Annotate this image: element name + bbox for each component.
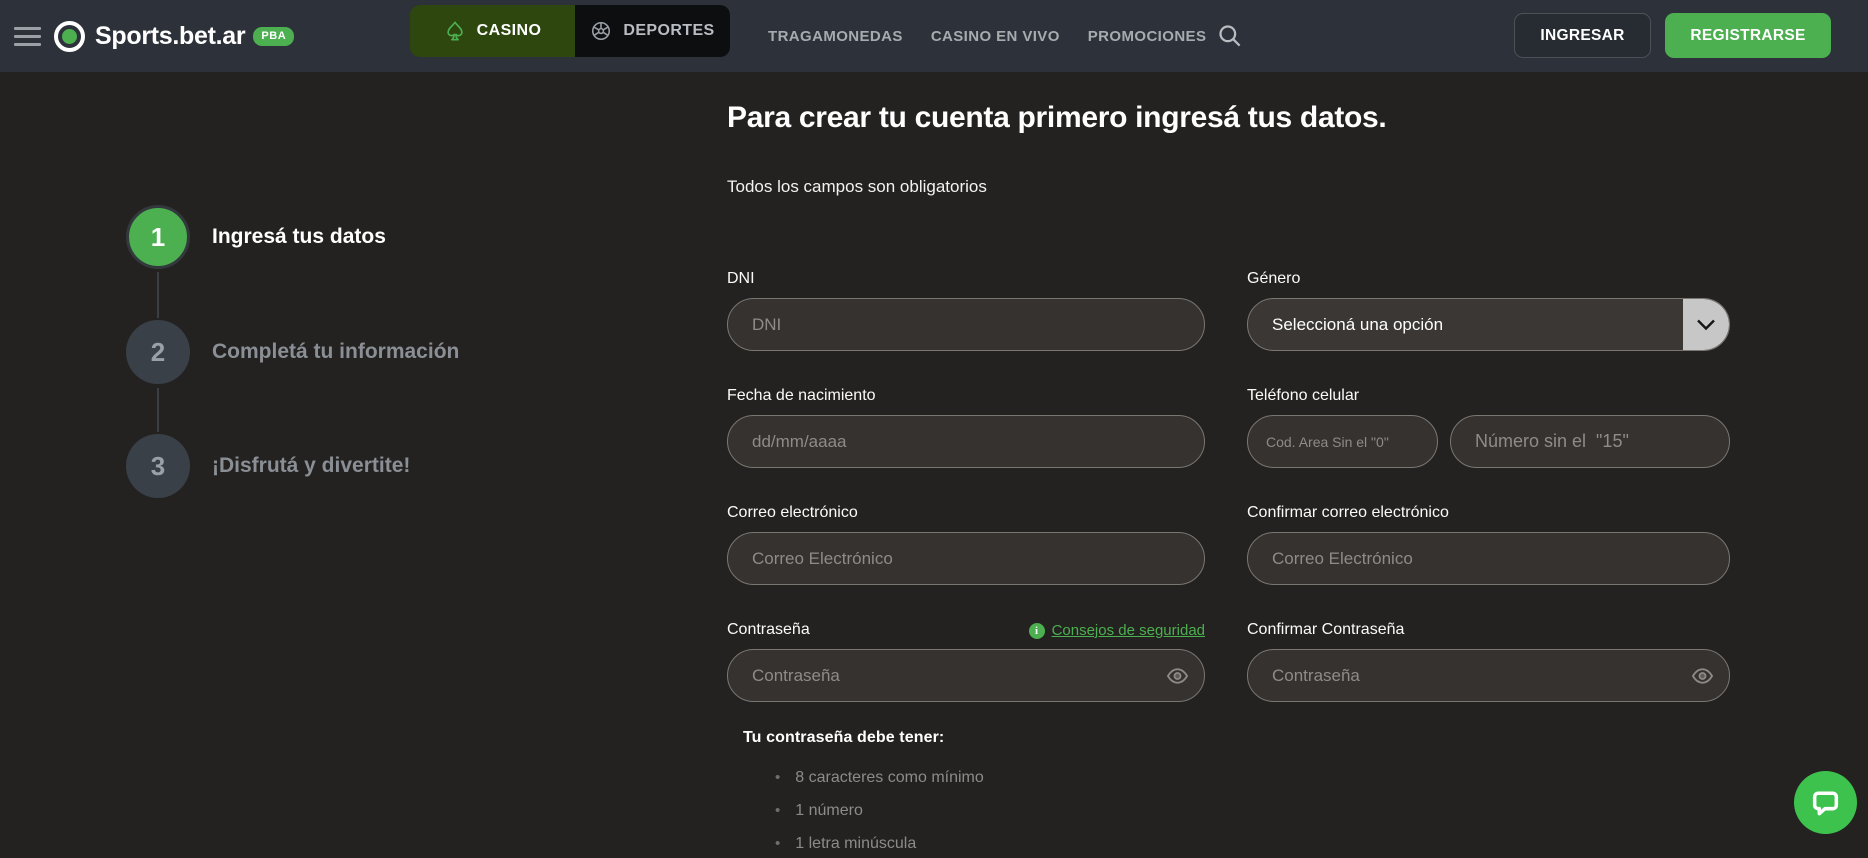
fecha-nacimiento-input[interactable]	[727, 415, 1205, 468]
telefono-numero-input[interactable]	[1450, 415, 1730, 468]
genero-select[interactable]: Seleccioná una opción	[1247, 298, 1730, 351]
nav-link-promociones[interactable]: PROMOCIONES	[1088, 28, 1207, 45]
password-rule-item: 1 letra minúscula	[775, 827, 984, 858]
step-connector	[157, 272, 159, 318]
step-3-circle: 3	[126, 434, 190, 498]
field-genero: Género Seleccioná una opción	[1247, 269, 1730, 351]
ball-icon	[590, 20, 612, 42]
password-rules: Tu contraseña debe tener: 8 caracteres c…	[743, 729, 984, 858]
live-chat-button[interactable]	[1794, 771, 1857, 834]
hamburger-menu-icon[interactable]	[14, 21, 41, 51]
tab-casino[interactable]: CASINO	[410, 5, 575, 57]
search-icon[interactable]	[1216, 22, 1243, 52]
dni-label: DNI	[727, 270, 755, 287]
field-dni: DNI	[727, 269, 1205, 351]
telefono-label: Teléfono celular	[1247, 387, 1360, 404]
genero-label: Género	[1247, 270, 1301, 287]
spade-icon	[444, 20, 466, 42]
step-1-circle: 1	[126, 205, 190, 269]
product-switcher: CASINO DEPORTES	[410, 5, 730, 57]
tab-deportes[interactable]: DEPORTES	[575, 5, 730, 57]
password-rules-title: Tu contraseña debe tener:	[743, 729, 945, 746]
step-2-circle: 2	[126, 320, 190, 384]
top-navbar: Sports.bet.ar PBA CASINO DEPORTES TRAGAM…	[0, 0, 1868, 72]
confirmar-contrasena-input[interactable]	[1247, 649, 1730, 702]
login-button[interactable]: INGRESAR	[1514, 13, 1651, 58]
step-connector	[157, 388, 159, 432]
security-tips-link[interactable]: Consejos de seguridad	[1028, 622, 1205, 639]
brand-badge: PBA	[253, 26, 295, 46]
fecha-nacimiento-label: Fecha de nacimiento	[727, 387, 876, 404]
contrasena-label: Contraseña	[727, 621, 810, 638]
security-tips-text: Consejos de seguridad	[1051, 622, 1205, 639]
dni-input[interactable]	[727, 298, 1205, 351]
registration-page: Sports.bet.ar PBA CASINO DEPORTES TRAGAM…	[0, 0, 1868, 858]
correo-label: Correo electrónico	[727, 504, 858, 521]
page-title: Para crear tu cuenta primero ingresá tus…	[727, 101, 1387, 134]
contrasena-input[interactable]	[727, 649, 1205, 702]
register-button[interactable]: REGISTRARSE	[1665, 13, 1831, 58]
step-1-label: Ingresá tus datos	[212, 225, 386, 248]
genero-selected-value: Seleccioná una opción	[1272, 314, 1444, 334]
nav-link-casino-en-vivo[interactable]: CASINO EN VIVO	[931, 28, 1060, 45]
main-nav: TRAGAMONEDAS CASINO EN VIVO PROMOCIONES	[768, 0, 1206, 72]
step-2-label: Completá tu información	[212, 340, 460, 363]
confirmar-contrasena-label: Confirmar Contraseña	[1247, 621, 1405, 638]
telefono-area-input[interactable]	[1247, 415, 1438, 468]
confirmar-correo-label: Confirmar correo electrónico	[1247, 504, 1449, 521]
confirmar-correo-input[interactable]	[1247, 532, 1730, 585]
field-confirmar-contrasena: Confirmar Contraseña	[1247, 620, 1730, 702]
field-correo: Correo electrónico	[727, 503, 1205, 585]
field-telefono: Teléfono celular	[1247, 386, 1730, 468]
tab-deportes-label: DEPORTES	[623, 22, 715, 39]
nav-link-tragamonedas[interactable]: TRAGAMONEDAS	[768, 28, 903, 45]
chevron-down-icon	[1683, 299, 1729, 350]
eye-icon[interactable]	[1691, 664, 1714, 687]
field-confirmar-correo: Confirmar correo electrónico	[1247, 503, 1730, 585]
correo-input[interactable]	[727, 532, 1205, 585]
password-rule-item: 8 caracteres como mínimo	[775, 761, 984, 794]
field-fecha-nacimiento: Fecha de nacimiento	[727, 386, 1205, 468]
page-subtitle: Todos los campos son obligatorios	[727, 177, 987, 196]
tab-casino-label: CASINO	[476, 22, 542, 39]
brand-circle-icon	[54, 20, 85, 52]
step-3-label: ¡Disfrutá y divertite!	[212, 454, 411, 477]
eye-icon[interactable]	[1166, 664, 1189, 687]
brand-name: Sports.bet.ar	[95, 21, 246, 50]
password-rule-item: 1 número	[775, 794, 984, 827]
info-icon	[1028, 622, 1045, 639]
field-contrasena: Contraseña Consejos de seguridad	[727, 620, 1205, 702]
brand-logo[interactable]: Sports.bet.ar PBA	[54, 0, 295, 72]
chat-bubble-icon	[1809, 786, 1842, 819]
registration-form: DNI Género Seleccioná una opción Fecha d…	[727, 269, 1730, 737]
